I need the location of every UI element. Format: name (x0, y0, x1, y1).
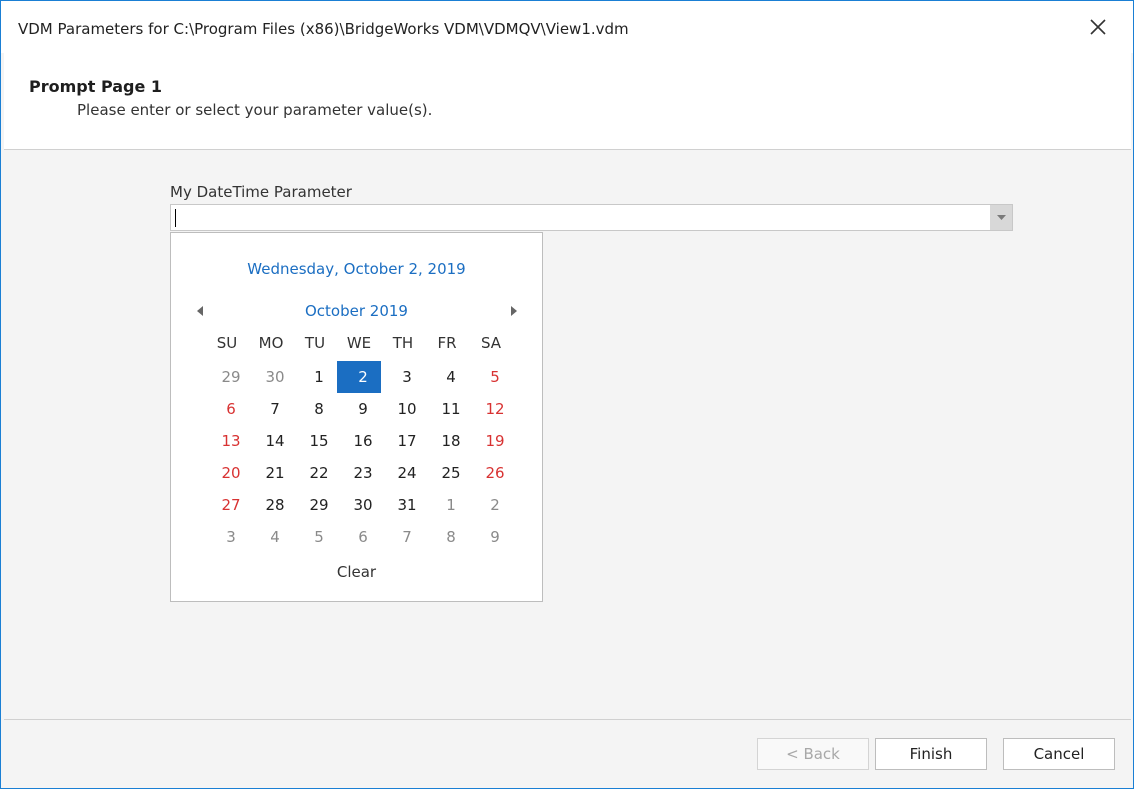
calendar-day[interactable]: 17 (381, 425, 425, 457)
calendar-day[interactable]: 25 (425, 457, 469, 489)
parameter-label: My DateTime Parameter (170, 183, 352, 201)
finish-button[interactable]: Finish (875, 738, 987, 770)
day-name-mo: MO (258, 334, 284, 352)
window-title: VDM Parameters for C:\Program Files (x86… (18, 20, 629, 38)
cancel-button[interactable]: Cancel (1003, 738, 1115, 770)
day-name-su: SU (216, 334, 238, 352)
calendar-day[interactable]: 21 (249, 457, 293, 489)
footer-divider (4, 719, 1131, 720)
text-caret (175, 209, 176, 227)
calendar-day[interactable]: 9 (337, 393, 381, 425)
calendar-day[interactable]: 4 (425, 361, 469, 393)
page-title: Prompt Page 1 (29, 77, 163, 96)
day-name-tu: TU (304, 334, 326, 352)
calendar-day[interactable]: 3 (381, 361, 425, 393)
calendar-day[interactable]: 19 (469, 425, 513, 457)
calendar-day[interactable]: 8 (425, 521, 469, 553)
clear-button[interactable]: Clear (171, 563, 542, 581)
page-subtitle: Please enter or select your parameter va… (77, 101, 433, 119)
calendar-day[interactable]: 16 (337, 425, 381, 457)
dialog-window: VDM Parameters for C:\Program Files (x86… (0, 0, 1134, 789)
calendar-day[interactable]: 10 (381, 393, 425, 425)
calendar-day[interactable]: 27 (205, 489, 249, 521)
calendar-day[interactable]: 23 (337, 457, 381, 489)
title-bar: VDM Parameters for C:\Program Files (x86… (1, 1, 1133, 53)
calendar-day[interactable]: 13 (205, 425, 249, 457)
calendar-day-selected[interactable]: 2 (337, 361, 381, 393)
calendar-day[interactable]: 4 (249, 521, 293, 553)
datetime-input[interactable] (170, 204, 1013, 231)
calendar-popup: Wednesday, October 2, 2019 October 2019 … (170, 232, 543, 602)
calendar-day[interactable]: 9 (469, 521, 513, 553)
calendar-day[interactable]: 30 (337, 489, 381, 521)
calendar-day[interactable]: 6 (337, 521, 381, 553)
calendar-selected-date[interactable]: Wednesday, October 2, 2019 (171, 260, 542, 278)
close-button[interactable] (1063, 1, 1133, 53)
calendar-day[interactable]: 8 (293, 393, 337, 425)
day-name-sa: SA (480, 334, 502, 352)
calendar-day[interactable]: 29 (293, 489, 337, 521)
header-divider (4, 149, 1131, 150)
calendar-day[interactable]: 31 (381, 489, 425, 521)
calendar-day[interactable]: 6 (205, 393, 249, 425)
dropdown-button[interactable] (990, 205, 1012, 230)
calendar-day[interactable]: 5 (293, 521, 337, 553)
calendar-day[interactable]: 3 (205, 521, 249, 553)
next-month-button[interactable] (502, 301, 526, 321)
calendar-day[interactable]: 30 (249, 361, 293, 393)
calendar-day[interactable]: 2 (469, 489, 513, 521)
calendar-day[interactable]: 1 (293, 361, 337, 393)
calendar-day[interactable]: 7 (381, 521, 425, 553)
back-button[interactable]: < Back (757, 738, 869, 770)
calendar-day[interactable]: 7 (249, 393, 293, 425)
calendar-day[interactable]: 26 (469, 457, 513, 489)
calendar-day[interactable]: 18 (425, 425, 469, 457)
calendar-day[interactable]: 22 (293, 457, 337, 489)
calendar-day[interactable]: 29 (205, 361, 249, 393)
calendar-day[interactable]: 24 (381, 457, 425, 489)
day-name-fr: FR (437, 334, 457, 352)
calendar-day[interactable]: 5 (469, 361, 513, 393)
calendar-day[interactable]: 15 (293, 425, 337, 457)
calendar-day[interactable]: 12 (469, 393, 513, 425)
calendar-day[interactable]: 1 (425, 489, 469, 521)
chevron-down-icon (996, 215, 1006, 220)
page-header: Prompt Page 1 Please enter or select you… (4, 53, 1131, 149)
calendar-day[interactable]: 11 (425, 393, 469, 425)
day-name-we: WE (346, 334, 372, 352)
calendar-day[interactable]: 14 (249, 425, 293, 457)
calendar-day[interactable]: 20 (205, 457, 249, 489)
calendar-day[interactable]: 28 (249, 489, 293, 521)
triangle-right-icon (511, 306, 517, 316)
close-icon (1090, 19, 1106, 35)
calendar-month-label[interactable]: October 2019 (171, 302, 542, 320)
day-name-th: TH (392, 334, 414, 352)
